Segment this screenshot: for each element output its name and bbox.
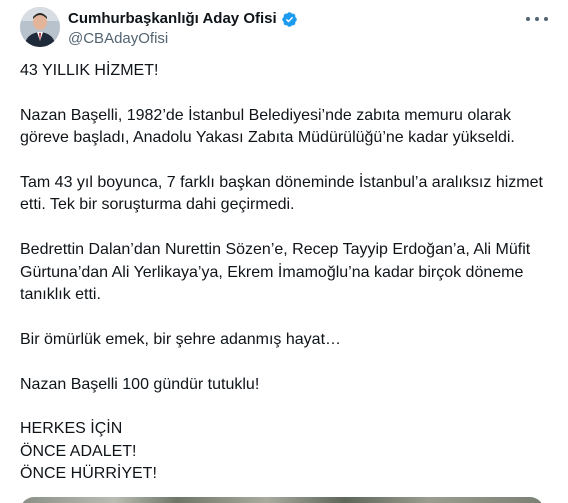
- tweet-paragraph: 43 YILLIK HİZMET!: [20, 62, 159, 79]
- author-handle[interactable]: @CBAdayOfisi: [68, 29, 168, 49]
- tweet-header: Cumhurbaşkanlığı Aday Ofisi @CBAdayOfisi: [20, 7, 554, 51]
- tweet-paragraph: Nazan Başelli, 1982’de İstanbul Belediye…: [20, 106, 515, 147]
- tweet-paragraph: HERKES İÇİN ÖNCE ADALET! ÖNCE HÜRRİYET!: [20, 420, 157, 483]
- tweet-paragraph: Tam 43 yıl boyunca, 7 farklı başkan döne…: [20, 174, 543, 214]
- tweet-paragraph: Bir ömürlük emek, bir şehre adanmış haya…: [20, 330, 342, 348]
- more-dot: [535, 17, 539, 21]
- tweet-media-image[interactable]: [20, 497, 544, 503]
- more-dot: [544, 17, 548, 21]
- verified-badge-icon: [281, 11, 298, 28]
- more-horizontal-icon[interactable]: [526, 11, 548, 27]
- tweet-text: 43 YILLIK HİZMET! Nazan Başelli, 1982’de…: [20, 60, 544, 503]
- tweet: Cumhurbaşkanlığı Aday Ofisi @CBAdayOfisi…: [0, 0, 568, 503]
- author-display-name[interactable]: Cumhurbaşkanlığı Aday Ofisi: [68, 9, 277, 29]
- avatar[interactable]: [20, 7, 60, 47]
- tweet-paragraph: Bedrettin Dalan’dan Nurettin Sözen’e, Re…: [20, 241, 531, 304]
- more-dot: [526, 17, 530, 21]
- author-name-row: Cumhurbaşkanlığı Aday Ofisi: [68, 9, 298, 29]
- avatar-image: [20, 7, 60, 47]
- tweet-paragraph: Nazan Başelli 100 gündür tutuklu!: [20, 375, 260, 393]
